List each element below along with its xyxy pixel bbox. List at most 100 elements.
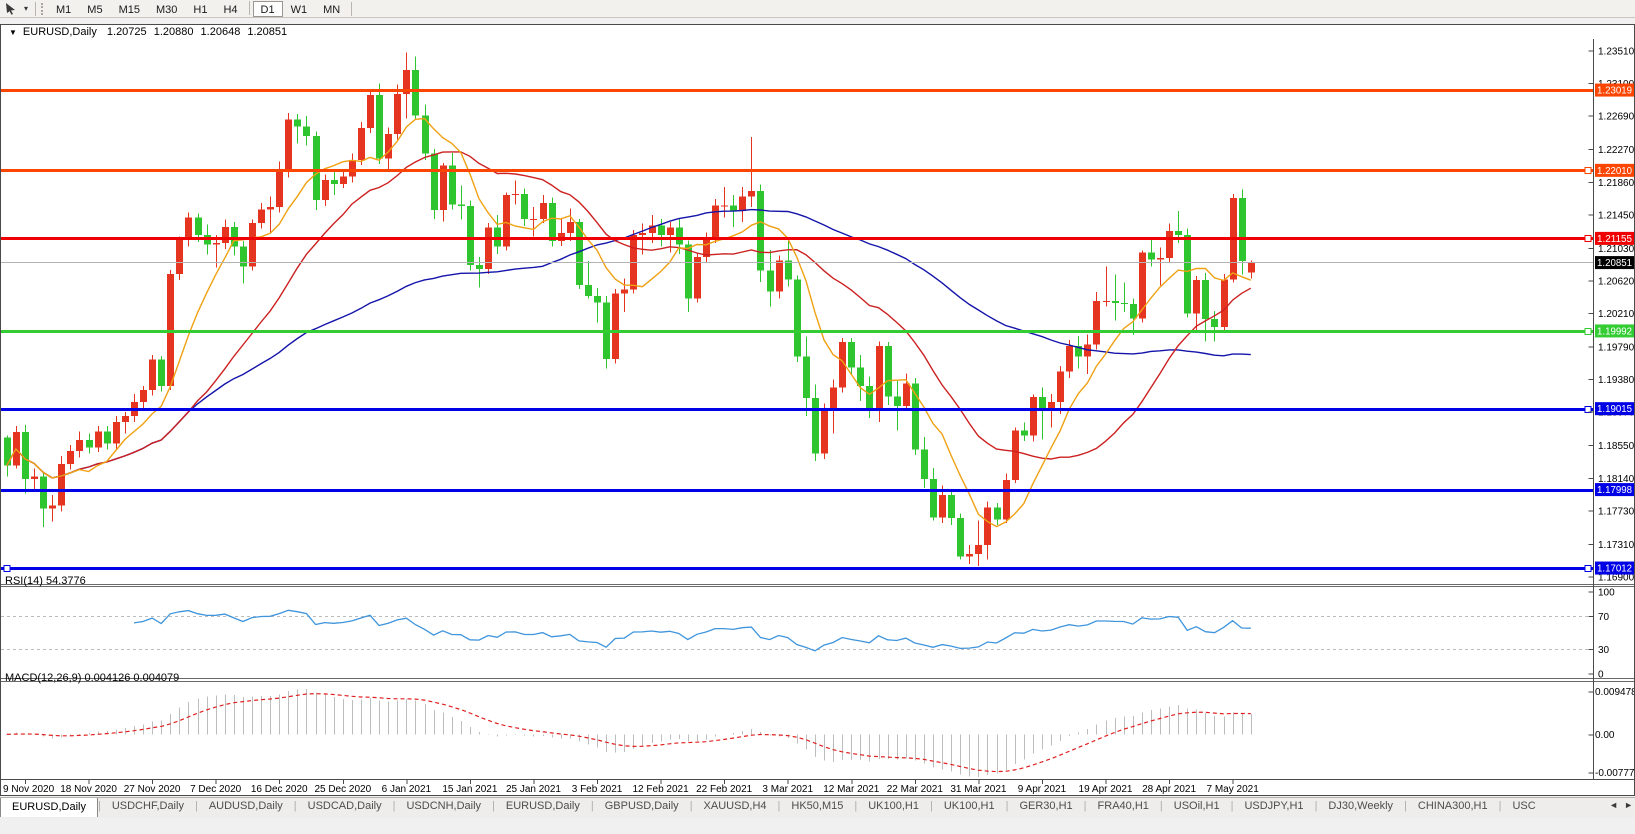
date-tick-label: 6 Jan 2021 [382, 784, 432, 795]
mt4-terminal: { "toolbar": { "dropdown_icon": "▾", "ti… [0, 0, 1635, 834]
timeframe-button-m15[interactable]: M15 [111, 1, 148, 17]
pointer-tool-dropdown-icon[interactable]: ▾ [20, 4, 32, 13]
chart-tab-audusd-daily[interactable]: AUDUSD,Daily [198, 798, 294, 818]
price-tick-label: 1.18550 [1598, 441, 1634, 452]
chart-tab-eurusd-daily[interactable]: EURUSD,Daily [495, 798, 591, 818]
timeframe-button-h4[interactable]: H4 [215, 1, 245, 17]
chart-symbol-title: EURUSD,Daily [22, 26, 97, 38]
date-tick-label: 16 Dec 2020 [251, 784, 308, 795]
chart-tab-usdcnh-daily[interactable]: USDCNH,Daily [395, 798, 492, 818]
price-badge-label: 1.19992 [1597, 326, 1632, 337]
ohlc-close: 1.20851 [247, 26, 288, 38]
price-tick-label: 1.19790 [1598, 343, 1634, 354]
ohlc-high: 1.20880 [153, 26, 194, 38]
date-tick-label: 15 Jan 2021 [442, 784, 497, 795]
date-tick-label: 12 Feb 2021 [633, 784, 690, 795]
horizontal-lines-layer [1, 89, 1593, 573]
date-tick-label: 27 Nov 2020 [124, 784, 181, 795]
price-tick-label: 1.22690 [1598, 112, 1634, 123]
toolbar-separator [35, 1, 36, 16]
line-handle[interactable] [1584, 564, 1592, 573]
price-badge-label: 1.19015 [1597, 404, 1632, 415]
price-tick-label: 1.17730 [1598, 506, 1634, 517]
chart-tab-uk100-h1[interactable]: UK100,H1 [933, 798, 1006, 818]
chart-tab-bar: EURUSD,Daily | USDCHF,Daily | AUDUSD,Daily | U… [0, 797, 1635, 818]
date-tick-label: 3 Mar 2021 [762, 784, 813, 795]
price-tick-label: 1.22270 [1598, 145, 1634, 156]
rsi-panel: 100 70 30 0 [1, 588, 1615, 681]
chart-tab-usoil-h1[interactable]: USOil,H1 [1163, 798, 1231, 818]
date-tick-label: 25 Jan 2021 [506, 784, 561, 795]
date-tick-label: 18 Nov 2020 [60, 784, 117, 795]
price-badge-label: 1.22010 [1597, 166, 1632, 177]
moving-averages-layer [6, 117, 1252, 528]
price-badge-label: 1.20851 [1597, 258, 1632, 269]
price-tick-label: 1.19380 [1598, 375, 1634, 386]
timeframe-button-h1[interactable]: H1 [185, 1, 215, 17]
date-tick-label: 7 Dec 2020 [190, 784, 242, 795]
toolbar-separator [248, 0, 250, 15]
collapse-chart-icon[interactable]: ▼ [9, 28, 17, 37]
timeframe-button-m30[interactable]: M30 [148, 1, 185, 17]
price-tick-label: 1.20210 [1598, 309, 1634, 320]
rsi-tick-label: 70 [1598, 612, 1610, 623]
date-tick-label: 28 Apr 2021 [1142, 784, 1196, 795]
timeframe-button-m5[interactable]: M5 [79, 1, 110, 17]
top-toolbar: ▾ M1 M5 M15 M30 H1 H4 D1 W1 MN [0, 0, 1635, 18]
date-tick-label: 22 Feb 2021 [696, 784, 753, 795]
chart-tab-dj30-weekly[interactable]: DJ30,Weekly [1317, 798, 1404, 818]
chart-window: ▼ EURUSD,Daily 1.20725 1.20880 1.20648 1… [0, 24, 1635, 796]
ma-fast-line [6, 117, 1252, 528]
chart-tab-xauusd-h4[interactable]: XAUUSD,H4 [693, 798, 778, 818]
tab-scroll-left-icon[interactable]: ◄ [1609, 800, 1618, 810]
chart-tab-usdcad-daily[interactable]: USDCAD,Daily [297, 798, 393, 818]
macd-tick-label: -0.00777 [1595, 768, 1634, 779]
chart-canvas[interactable]: 1.235101.231001.226901.222701.218601.214… [1, 39, 1634, 796]
line-handle[interactable] [1584, 405, 1592, 414]
line-handle[interactable] [1584, 327, 1592, 336]
timeframe-button-m1[interactable]: M1 [48, 1, 79, 17]
tab-scroll-right-icon[interactable]: ► [1624, 800, 1633, 810]
price-tick-label: 1.20620 [1598, 276, 1634, 287]
price-badge-label: 1.17998 [1597, 485, 1632, 496]
chart-tab-usc[interactable]: USC [1501, 798, 1546, 818]
macd-tick-label: 0.00 [1595, 730, 1615, 741]
macd-tick-label: 0.009478 [1595, 687, 1634, 698]
price-tick-label: 1.21860 [1598, 178, 1634, 189]
pointer-tool-icon[interactable] [0, 1, 20, 17]
status-strip [0, 818, 1635, 834]
tab-scroll-buttons: ◄ ► [1603, 800, 1633, 810]
chart-tab-hk50-m15[interactable]: HK50,M15 [780, 798, 854, 818]
chart-tab-usdchf-daily[interactable]: USDCHF,Daily [101, 798, 195, 818]
price-badge-label: 1.23019 [1597, 86, 1632, 97]
chart-ohlc-values: 1.20725 1.20880 1.20648 1.20851 [107, 26, 291, 38]
date-tick-label: 19 Apr 2021 [1079, 784, 1133, 795]
timeframe-button-d1[interactable]: D1 [252, 0, 283, 17]
chart-tab-gbpusd-daily[interactable]: GBPUSD,Daily [594, 798, 690, 818]
ma-mid-line [6, 151, 1252, 479]
line-handle[interactable] [1584, 166, 1592, 175]
rsi-indicator-label: RSI(14) 54.3776 [5, 575, 86, 587]
timeframe-button-mn[interactable]: MN [315, 1, 348, 17]
chart-tab-ger30-h1[interactable]: GER30,H1 [1008, 798, 1083, 818]
date-tick-label: 25 Dec 2020 [314, 784, 371, 795]
date-tick-label: 31 Mar 2021 [950, 784, 1007, 795]
line-handle[interactable] [3, 564, 11, 573]
macd-panel: 0.009478 0.00 -0.00777 [6, 687, 1634, 779]
date-tick-label: 9 Apr 2021 [1018, 784, 1067, 795]
rsi-tick-label: 30 [1598, 645, 1610, 656]
chart-tab-eurusd-daily[interactable]: EURUSD,Daily [0, 798, 98, 817]
date-tick-label: 7 May 2021 [1207, 784, 1260, 795]
toolbar-separator [351, 1, 353, 16]
ma-slow-line [6, 208, 1251, 479]
chart-tab-fra40-h1[interactable]: FRA40,H1 [1087, 798, 1160, 818]
chart-tab-china300-h1[interactable]: CHINA300,H1 [1407, 798, 1499, 818]
chart-tab-usdjpy-h1[interactable]: USDJPY,H1 [1233, 798, 1314, 818]
line-handle[interactable] [1584, 234, 1592, 243]
chart-title-row: ▼ EURUSD,Daily 1.20725 1.20880 1.20648 1… [1, 25, 1634, 39]
timeframe-button-w1[interactable]: W1 [283, 1, 316, 17]
toolbar-grip[interactable] [41, 2, 44, 15]
chart-tab-uk100-h1[interactable]: UK100,H1 [857, 798, 930, 818]
ohlc-open: 1.20725 [106, 26, 147, 38]
price-tick-label: 1.23510 [1598, 47, 1634, 58]
